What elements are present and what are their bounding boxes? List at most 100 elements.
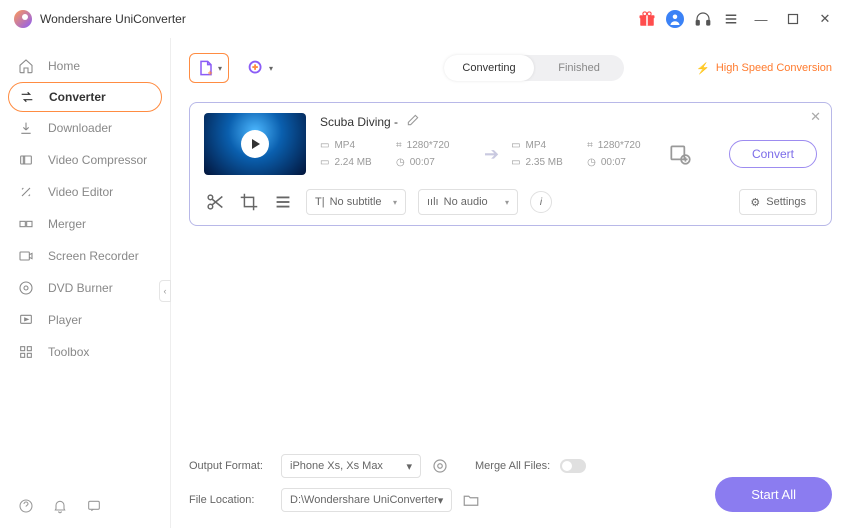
feedback-icon[interactable] <box>86 498 102 514</box>
file-location-label: File Location: <box>189 494 271 506</box>
output-settings-icon[interactable] <box>667 141 693 167</box>
target-resolution: 1280*720 <box>598 140 641 151</box>
chevron-down-icon: ▾ <box>393 198 397 207</box>
sidebar-item-label: Screen Recorder <box>48 249 139 263</box>
add-url-button[interactable]: ▾ <box>239 53 279 83</box>
crop-button[interactable] <box>238 191 260 213</box>
audio-value: No audio <box>444 196 488 208</box>
sidebar-item-player[interactable]: Player <box>0 304 170 336</box>
resolution-icon: ⌗ <box>587 140 593 151</box>
chevron-down-icon: ▾ <box>269 64 273 73</box>
source-size: 2.24 MB <box>334 157 371 168</box>
size-icon: ▭ <box>511 157 520 168</box>
size-icon: ▭ <box>320 157 329 168</box>
resolution-icon: ⌗ <box>396 140 402 151</box>
format-icon: ▭ <box>320 140 329 151</box>
close-button[interactable]: ✕ <box>814 10 836 28</box>
sidebar-collapse-button[interactable]: ‹ <box>159 280 171 302</box>
sidebar-item-label: DVD Burner <box>48 281 113 295</box>
sidebar-item-downloader[interactable]: Downloader <box>0 112 170 144</box>
output-format-label: Output Format: <box>189 460 271 472</box>
converter-icon <box>19 89 35 105</box>
maximize-button[interactable] <box>782 10 804 28</box>
help-icon[interactable] <box>18 498 34 514</box>
tab-converting[interactable]: Converting <box>444 55 534 81</box>
sidebar-item-label: Video Compressor <box>48 153 147 167</box>
source-format: MP4 <box>334 140 355 151</box>
output-format-value: iPhone Xs, Xs Max <box>290 460 383 472</box>
titlebar: Wondershare UniConverter — ✕ <box>0 0 850 38</box>
main-panel: + ▾ ▾ Converting Finished ⚡ High Speed C… <box>171 38 850 528</box>
sidebar-item-label: Merger <box>48 217 86 231</box>
subtitle-select[interactable]: T|No subtitle ▾ <box>306 189 406 215</box>
bell-icon[interactable] <box>52 498 68 514</box>
minimize-button[interactable]: — <box>750 10 772 28</box>
play-icon <box>241 130 269 158</box>
file-location-select[interactable]: D:\Wondershare UniConverter ▾ <box>281 488 452 512</box>
source-duration: 00:07 <box>410 157 435 168</box>
dvd-icon <box>18 280 34 296</box>
sidebar-item-converter[interactable]: Converter <box>8 82 162 112</box>
audio-select[interactable]: ıılıNo audio ▾ <box>418 189 518 215</box>
duration-icon: ◷ <box>396 157 405 168</box>
file-card: ✕ Scuba Diving - ▭ MP4 ▭ 2.24 MB <box>189 102 832 226</box>
remove-file-button[interactable]: ✕ <box>810 109 821 125</box>
downloader-icon <box>18 120 34 136</box>
compressor-icon <box>18 152 34 168</box>
toolbox-icon <box>18 344 34 360</box>
target-size: 2.35 MB <box>526 157 563 168</box>
merge-toggle[interactable] <box>560 459 586 473</box>
sidebar-item-toolbox[interactable]: Toolbox <box>0 336 170 368</box>
edit-title-button[interactable] <box>406 113 420 130</box>
tab-finished[interactable]: Finished <box>534 55 624 81</box>
user-avatar-icon[interactable] <box>666 10 684 28</box>
chevron-down-icon: ▾ <box>438 494 444 507</box>
format-icon: ▭ <box>511 140 520 151</box>
sidebar: Home Converter Downloader Video Compress… <box>0 38 170 528</box>
output-format-select[interactable]: iPhone Xs, Xs Max ▾ <box>281 454 421 478</box>
file-location-value: D:\Wondershare UniConverter <box>290 494 438 506</box>
player-icon <box>18 312 34 328</box>
effects-button[interactable] <box>272 191 294 213</box>
sidebar-item-recorder[interactable]: Screen Recorder <box>0 240 170 272</box>
convert-button[interactable]: Convert <box>729 140 817 168</box>
output-settings-button[interactable] <box>431 457 449 475</box>
trim-button[interactable] <box>204 191 226 213</box>
file-title: Scuba Diving - <box>320 115 398 129</box>
sidebar-item-label: Downloader <box>48 121 112 135</box>
app-logo <box>14 10 32 28</box>
gift-icon[interactable] <box>638 10 656 28</box>
sidebar-item-merger[interactable]: Merger <box>0 208 170 240</box>
subtitle-icon: T| <box>315 196 325 208</box>
add-file-button[interactable]: + ▾ <box>189 53 229 83</box>
lightning-icon: ⚡ <box>696 62 710 75</box>
merge-label: Merge All Files: <box>475 460 550 472</box>
duration-icon: ◷ <box>587 157 596 168</box>
settings-label: Settings <box>766 196 806 208</box>
svg-text:+: + <box>208 68 213 78</box>
sidebar-item-home[interactable]: Home <box>0 50 170 82</box>
tab-switcher: Converting Finished <box>444 55 624 81</box>
toolbar: + ▾ ▾ Converting Finished ⚡ High Speed C… <box>189 48 832 88</box>
editor-icon <box>18 184 34 200</box>
headset-icon[interactable] <box>694 10 712 28</box>
sidebar-item-compressor[interactable]: Video Compressor <box>0 144 170 176</box>
file-settings-button[interactable]: ⚙ Settings <box>739 189 817 215</box>
target-duration: 00:07 <box>601 157 626 168</box>
menu-icon[interactable] <box>722 10 740 28</box>
chevron-down-icon: ▾ <box>218 64 222 73</box>
recorder-icon <box>18 248 34 264</box>
target-format: MP4 <box>526 140 547 151</box>
bottom-bar: Output Format: iPhone Xs, Xs Max ▾ Merge… <box>189 444 832 528</box>
info-button[interactable]: i <box>530 191 552 213</box>
open-folder-button[interactable] <box>462 491 480 509</box>
chevron-down-icon: ▾ <box>406 460 412 473</box>
sidebar-item-dvd[interactable]: DVD Burner <box>0 272 170 304</box>
sidebar-item-editor[interactable]: Video Editor <box>0 176 170 208</box>
start-all-button[interactable]: Start All <box>715 477 832 512</box>
chevron-down-icon: ▾ <box>505 198 509 207</box>
high-speed-button[interactable]: ⚡ High Speed Conversion <box>696 62 832 75</box>
sidebar-item-label: Toolbox <box>48 345 89 359</box>
video-thumbnail[interactable] <box>204 113 306 175</box>
merger-icon <box>18 216 34 232</box>
